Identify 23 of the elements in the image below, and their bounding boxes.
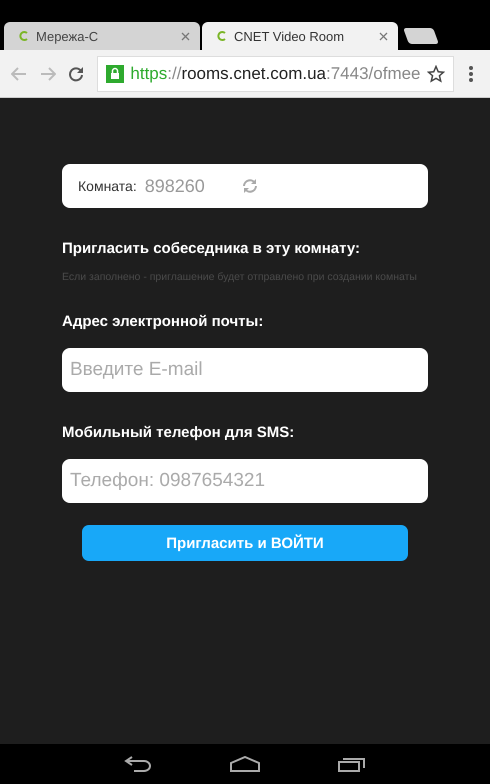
new-tab-button[interactable]	[403, 28, 439, 44]
room-number: 898260	[144, 176, 206, 196]
close-icon[interactable]	[379, 32, 388, 40]
input-field[interactable]: Телефон: 0987654321	[62, 459, 428, 503]
forward-arrow-icon	[40, 66, 56, 80]
back-nav-icon[interactable]	[124, 756, 152, 772]
site-logo-icon	[216, 30, 228, 42]
field-label: Адрес электронной почты:	[62, 313, 264, 330]
star-icon[interactable]	[426, 64, 445, 82]
back-arrow-icon	[11, 66, 28, 80]
input-field[interactable]: Введите E-mail	[62, 348, 428, 392]
site-logo-icon	[18, 30, 30, 42]
home-icon[interactable]	[230, 756, 260, 772]
browser-tab[interactable]: Мережа-С	[4, 22, 200, 50]
close-icon[interactable]	[181, 32, 190, 40]
browser-tab[interactable]: CNET Video Room	[202, 22, 398, 50]
menu-icon	[468, 66, 473, 82]
recents-icon[interactable]	[338, 756, 366, 772]
room-label: Комната:	[78, 178, 137, 194]
field-label: Мобильный телефон для SMS:	[62, 424, 296, 441]
section-heading: Пригласить собеседника в эту комнату:	[62, 240, 361, 257]
address-bar[interactable]: https://rooms.cnet.com.ua:7443/ofmee	[97, 56, 454, 92]
reload-icon	[68, 66, 84, 82]
